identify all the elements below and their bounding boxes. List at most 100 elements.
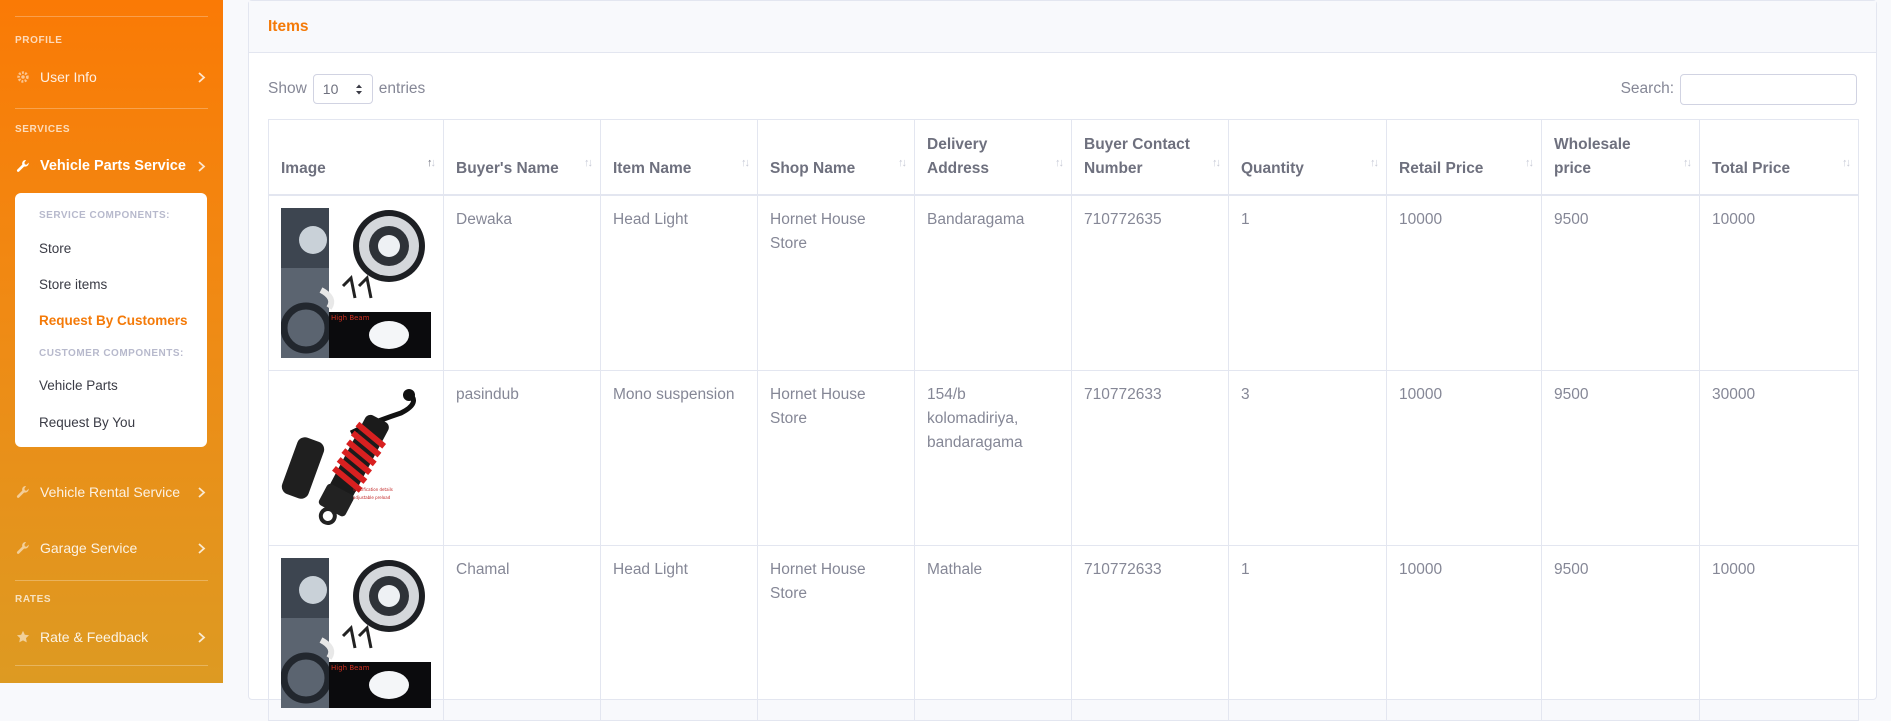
vehicle-parts-submenu: SERVICE COMPONENTS: Store Store items Re… [15,193,207,447]
header-label: Shop Name [770,159,856,177]
table-row: specification details adjustable preload… [268,369,1859,546]
sort-icon: ↑↓ [1370,156,1379,169]
sidebar-heading-rates: RATES [15,594,52,605]
wrench-icon [15,540,31,556]
item-name-cell: Head Light [600,544,758,721]
total-price-cell: 10000 [1699,544,1859,721]
entries-select[interactable]: 10 [312,74,373,104]
select-arrows-icon [355,83,363,99]
quantity-cell: 3 [1228,369,1387,546]
sort-icon: ↑↓ [1212,156,1221,169]
item-name-cell: Mono suspension [600,369,758,546]
chevron-right-icon [197,160,206,172]
item-name-cell: Head Light [600,194,758,371]
sidebar-item-vehicle-parts-service[interactable]: Vehicle Parts Service [15,151,208,181]
sidebar-item-vehicle-rental-service[interactable]: Vehicle Rental Service [15,477,208,507]
header-label: Item Name [613,159,692,177]
column-header-delivery-address[interactable]: Delivery Address ↑↓ [914,119,1072,196]
contact-cell: 710772635 [1071,194,1229,371]
total-price-cell: 30000 [1699,369,1859,546]
quantity-cell: 1 [1228,194,1387,371]
contact-cell: 710772633 [1071,544,1229,721]
chevron-right-icon [197,631,206,643]
column-header-retail-price[interactable]: Retail Price ↑↓ [1386,119,1542,196]
chevron-right-icon [197,542,206,554]
wrench-icon [15,484,31,500]
quantity-cell: 1 [1228,544,1387,721]
delivery-address-cell: 154/b kolomadiriya, bandaragama [914,369,1072,546]
chevron-right-icon [197,486,206,498]
header-label: Image [281,159,326,177]
total-price-cell: 10000 [1699,194,1859,371]
column-header-buyer-contact[interactable]: Buyer Contact Number ↑↓ [1071,119,1229,196]
delivery-address-cell: Mathale [914,544,1072,721]
sidebar-divider [15,108,208,109]
buyer-name-cell: Dewaka [443,194,601,371]
card-title: Items [268,17,309,35]
headlight-icon: High Beam [281,207,431,358]
sort-icon: ↑↓ [1055,156,1064,169]
suspension-icon: specification details adjustable preload [281,382,431,533]
wrench-icon [15,158,31,174]
submenu-item-store-items[interactable]: Store items [39,277,107,292]
sidebar-item-garage-service[interactable]: Garage Service [15,533,208,563]
header-label: Quantity [1241,159,1304,177]
header-label: Total Price [1712,159,1791,177]
sort-asc-icon: ↑↓ [427,156,436,169]
column-header-total-price[interactable]: Total Price ↑↓ [1699,119,1859,196]
column-header-wholesale-price[interactable]: Wholesale price ↑↓ [1541,119,1700,196]
sidebar-item-label: Rate & Feedback [40,629,149,645]
sidebar-divider [15,16,208,17]
sidebar: PROFILE User Info SERVICES Vehicle Parts… [0,0,223,683]
shop-name-cell: Hornet House Store [757,194,915,371]
submenu-item-request-by-customers[interactable]: Request By Customers [39,313,188,328]
submenu-item-vehicle-parts[interactable]: Vehicle Parts [39,378,118,393]
sidebar-item-user-info[interactable]: User Info [15,62,208,92]
sort-icon: ↑↓ [741,156,750,169]
wholesale-price-cell: 9500 [1541,369,1700,546]
column-header-image[interactable]: Image ↑↓ [268,119,444,196]
header-label: Delivery Address [927,135,990,177]
sidebar-heading-services: SERVICES [15,124,71,135]
entries-label: entries [378,80,426,97]
submenu-item-store[interactable]: Store [39,241,71,256]
sidebar-item-rate-feedback[interactable]: Rate & Feedback [15,622,208,652]
sidebar-item-label: Garage Service [40,540,138,556]
buyer-name-cell: pasindub [443,369,601,546]
sidebar-divider [15,580,208,581]
items-table: Image ↑↓ Buyer's Name ↑↓ Item Name ↑↓ Shop … [268,119,1859,721]
sort-icon: ↑↓ [1525,156,1534,169]
column-header-quantity[interactable]: Quantity ↑↓ [1228,119,1387,196]
star-icon [15,629,31,645]
gear-icon [15,69,31,85]
entries-select-value: 10 [322,81,339,97]
table-row: High Beam Chamal Head Light Hornet House… [268,544,1859,721]
header-label: Wholesale price [1554,135,1631,177]
wholesale-price-cell: 9500 [1541,194,1700,371]
column-header-buyers-name[interactable]: Buyer's Name ↑↓ [443,119,601,196]
svg-text:High Beam: High Beam [331,314,370,322]
sort-icon: ↑↓ [1842,156,1851,169]
sidebar-divider [15,665,208,666]
submenu-item-request-by-you[interactable]: Request By You [39,415,135,430]
chevron-right-icon [197,71,206,83]
table-header-row: Image ↑↓ Buyer's Name ↑↓ Item Name ↑↓ Shop … [268,119,1859,196]
column-header-shop-name[interactable]: Shop Name ↑↓ [757,119,915,196]
table-row: High Beam Dewaka Head Light Hornet House… [268,194,1859,371]
sort-icon: ↑↓ [898,156,907,169]
shop-name-cell: Hornet House Store [757,369,915,546]
svg-text:specification details: specification details [353,487,393,492]
wholesale-price-cell: 9500 [1541,544,1700,721]
retail-price-cell: 10000 [1386,544,1542,721]
header-label: Buyer's Name [456,159,559,177]
submenu-heading-service-components: SERVICE COMPONENTS: [39,210,170,221]
search-input[interactable] [1680,73,1857,105]
sidebar-heading-profile: PROFILE [15,35,63,46]
column-header-item-name[interactable]: Item Name ↑↓ [600,119,758,196]
buyer-name-cell: Chamal [443,544,601,721]
items-card: Items Show 10 entries Search: Image ↑↓ B… [248,0,1877,721]
header-label: Buyer Contact Number [1084,135,1190,177]
image-cell: High Beam [268,544,444,721]
sidebar-item-label: Vehicle Rental Service [40,484,181,500]
card-header: Items [249,1,1876,53]
